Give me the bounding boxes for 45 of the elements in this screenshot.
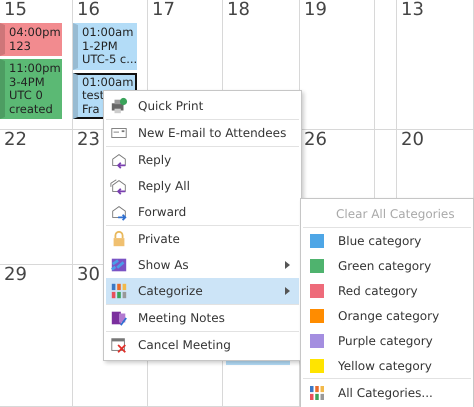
menu-item[interactable]: Categorize	[106, 278, 299, 304]
stripes-icon	[110, 256, 128, 274]
calendar-event[interactable]: 04:00pm 123	[0, 23, 62, 56]
calendar-day-cell[interactable]: 13	[397, 0, 474, 130]
day-number: 19	[303, 0, 327, 20]
menu-item[interactable]: Orange category	[303, 303, 471, 328]
menu-item[interactable]: Cancel Meeting	[106, 331, 299, 358]
notebook-icon	[110, 309, 128, 327]
day-number: 29	[3, 265, 27, 285]
menu-item[interactable]: Forward	[106, 199, 299, 225]
calendar-day-cell[interactable]: 15 04:00pm 123 11:00pm 3-4PM UTC 0 created	[0, 0, 73, 130]
grid-icon	[310, 386, 324, 400]
menu-item[interactable]: Private	[106, 225, 299, 252]
day-number: 16	[76, 0, 100, 20]
calendar-event[interactable]: 01:00am 1-2PM UTC-5 c...	[73, 23, 137, 70]
day-number: 13	[400, 0, 424, 20]
forward-icon	[110, 203, 128, 221]
menu-item[interactable]: Meeting Notes	[106, 304, 299, 331]
menu-item[interactable]: All Categories...	[303, 378, 471, 406]
printer-icon	[110, 97, 128, 115]
calendar-event[interactable]: 11:00pm 3-4PM UTC 0 created	[0, 59, 62, 119]
day-number: 26	[303, 130, 327, 150]
day-number: 17	[151, 0, 175, 20]
submenu-arrow-icon	[285, 287, 291, 295]
day-number: 15	[3, 0, 27, 20]
calendar-cross-icon	[110, 336, 128, 354]
day-number: 18	[226, 0, 250, 20]
menu-item[interactable]: Reply	[106, 146, 299, 173]
day-number: 20	[400, 130, 424, 150]
menu-item[interactable]: Show As	[106, 252, 299, 278]
day-number: 22	[3, 130, 27, 150]
menu-item[interactable]: Yellow category	[303, 353, 471, 378]
menu-item[interactable]: Red category	[303, 278, 471, 303]
day-number: 30	[76, 265, 100, 285]
calendar-day-cell[interactable]	[375, 0, 397, 130]
grid-icon	[110, 282, 128, 300]
day-number: 23	[76, 130, 100, 150]
calendar-day-cell[interactable]: 29	[0, 265, 73, 407]
menu-item[interactable]: Reply All	[106, 173, 299, 199]
reply-all-icon	[110, 177, 128, 195]
submenu-arrow-icon	[285, 261, 291, 269]
reply-icon	[110, 151, 128, 169]
menu-item[interactable]: New E-mail to Attendees	[106, 119, 299, 146]
calendar-day-cell[interactable]: 22	[0, 130, 73, 265]
menu-item[interactable]: Purple category	[303, 328, 471, 353]
